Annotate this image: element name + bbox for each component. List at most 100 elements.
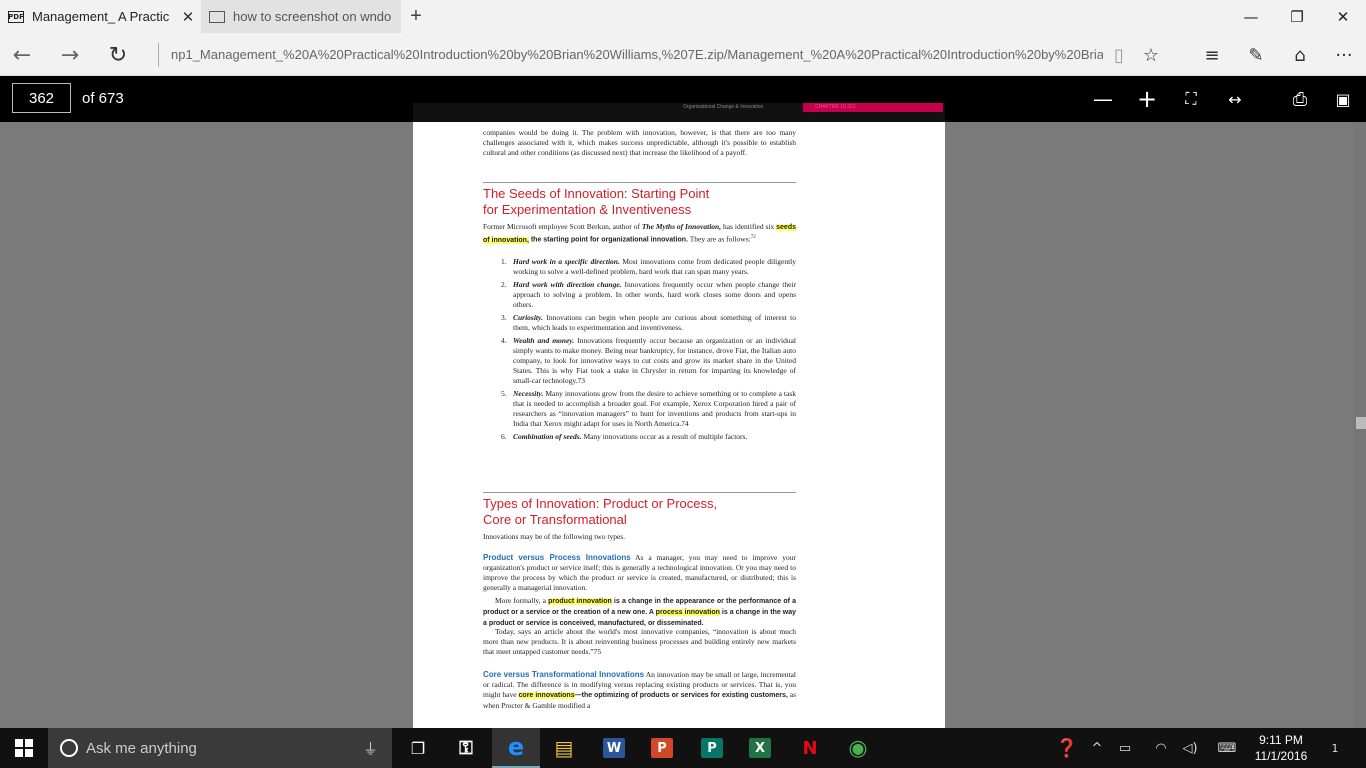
- forward-icon[interactable]: →: [54, 39, 86, 71]
- tab-title: Management_ A Practic: [32, 9, 170, 24]
- close-window-button[interactable]: ✕: [1320, 0, 1366, 33]
- store-icon: ⚿: [459, 737, 473, 759]
- subheading: Core versus Transformational Innovations: [483, 670, 645, 679]
- more-icon[interactable]: ···: [1328, 39, 1360, 71]
- close-tab-icon[interactable]: ✕: [176, 8, 200, 26]
- fit-page-icon[interactable]: ⛶: [1176, 84, 1206, 114]
- list-item: 2. Hard work with direction change. Innov…: [501, 280, 796, 310]
- back-icon[interactable]: ←: [6, 39, 38, 71]
- taskbar-store[interactable]: ⚿: [442, 728, 490, 768]
- clock-date: 11/1/2016: [1254, 749, 1308, 763]
- list-term: Combination of seeds.: [513, 432, 582, 441]
- zoom-in-icon[interactable]: +: [1132, 84, 1162, 114]
- list-text: Many innovations occur as a result of mu…: [581, 432, 748, 441]
- netflix-icon: N: [802, 737, 818, 759]
- footnote-ref: 72: [750, 235, 756, 240]
- taskbar-edge[interactable]: e: [492, 728, 540, 768]
- list-item: 1. Hard work in a specific direction. Mos…: [501, 257, 796, 277]
- hub-icon[interactable]: ≡: [1196, 39, 1228, 71]
- microphone-icon[interactable]: ⏚: [363, 738, 378, 759]
- heading-line: The Seeds of Innovation: Starting Point: [483, 186, 710, 201]
- list-item: 3. Curiosity. Innovations can begin when …: [501, 313, 796, 333]
- seeds-list: 1. Hard work in a specific direction. Mos…: [501, 257, 796, 445]
- cortana-search-box[interactable]: Ask me anything ⏚: [48, 728, 392, 768]
- section-divider: [483, 492, 796, 493]
- taskbar: Ask me anything ⏚ ❐ ⚿ e ▤ W P P X N ◉ ❓ …: [0, 728, 1366, 768]
- keyboard-icon[interactable]: ⌨: [1212, 728, 1242, 768]
- battery-icon[interactable]: ▭: [1114, 728, 1136, 768]
- section-divider: [483, 182, 796, 183]
- zoom-out-icon[interactable]: —: [1088, 84, 1118, 114]
- volume-icon[interactable]: ◁): [1178, 728, 1202, 768]
- list-term: Hard work in a specific direction.: [513, 257, 620, 266]
- product-process-paragraph: Product versus Process Innovations As a …: [483, 553, 796, 593]
- edge-icon: e: [507, 733, 525, 761]
- notification-app-icon[interactable]: ❓: [1050, 728, 1084, 768]
- taskbar-word[interactable]: W: [590, 728, 638, 768]
- scrollbar-thumb[interactable]: [1356, 417, 1366, 429]
- search-placeholder: Ask me anything: [86, 739, 197, 757]
- list-term: Curiosity.: [513, 313, 543, 322]
- page-number-input[interactable]: 362: [12, 83, 71, 113]
- page-icon: .: [209, 10, 225, 23]
- pdf-page: companies would be doing it. The problem…: [413, 122, 945, 728]
- tab-screenshot-search[interactable]: . how to screenshot on wndo: [201, 0, 401, 33]
- start-button[interactable]: [0, 728, 48, 768]
- taskbar-file-explorer[interactable]: ▤: [540, 728, 588, 768]
- action-center-icon[interactable]: 1: [1320, 728, 1350, 768]
- seeds-paragraph: Former Microsoft employee Scott Berkun, …: [483, 222, 796, 246]
- notification-count: 1: [1331, 741, 1339, 755]
- restore-button[interactable]: ❐: [1274, 0, 1320, 33]
- reading-view-icon[interactable]: ▯: [1103, 39, 1135, 71]
- definitions-paragraph: More formally, a product innovation is a…: [483, 596, 796, 629]
- save-icon[interactable]: ▣: [1328, 84, 1358, 114]
- chrome-icon: ◉: [848, 735, 868, 761]
- text-run: has identified six: [721, 222, 777, 231]
- definition-text: the starting point for organizational in…: [528, 236, 688, 244]
- alert-icon: ❓: [1055, 737, 1079, 759]
- list-text: Innovations can begin when people are cu…: [513, 313, 796, 332]
- task-view-button[interactable]: ❐: [394, 728, 442, 768]
- list-item: 4. Wealth and money. Innovations frequent…: [501, 336, 796, 386]
- text-run: More formally, a: [495, 596, 549, 605]
- print-icon[interactable]: ⎙: [1285, 84, 1315, 114]
- refresh-icon[interactable]: ↻: [102, 39, 134, 71]
- text-run: Former Microsoft employee Scott Berkun, …: [483, 222, 642, 231]
- definition-text: —the optimizing of products or services …: [574, 692, 788, 699]
- list-number: 1.: [501, 257, 507, 266]
- tab-bar: PDF Management_ A Practic ✕ . how to scr…: [0, 0, 1366, 33]
- minimize-button[interactable]: —: [1228, 0, 1274, 33]
- highlighted-term: process innovation: [655, 609, 720, 616]
- list-number: 6.: [501, 432, 507, 441]
- system-clock[interactable]: 9:11 PM 11/1/2016: [1248, 732, 1314, 764]
- favorite-star-icon[interactable]: ☆: [1135, 39, 1167, 71]
- taskbar-netflix[interactable]: N: [786, 728, 834, 768]
- word-icon: W: [603, 738, 625, 758]
- list-item: 5. Necessity. Many innovations grow from …: [501, 389, 796, 429]
- address-toolbar: ← → ↻ np1_Management_%20A%20Practical%20…: [0, 33, 1366, 76]
- taskbar-chrome[interactable]: ◉: [834, 728, 882, 768]
- web-note-icon[interactable]: ✎: [1240, 39, 1272, 71]
- tab-management-pdf[interactable]: PDF Management_ A Practic ✕: [0, 0, 200, 33]
- new-tab-button[interactable]: +: [404, 0, 428, 33]
- list-term: Wealth and money.: [513, 336, 575, 345]
- list-item: 6. Combination of seeds. Many innovations…: [501, 432, 796, 442]
- heading-line: Types of Innovation: Product or Process,: [483, 496, 718, 511]
- address-bar[interactable]: np1_Management_%20A%20Practical%20Introd…: [158, 43, 1103, 67]
- fit-width-icon[interactable]: ↔: [1220, 84, 1250, 114]
- taskbar-publisher[interactable]: P: [688, 728, 736, 768]
- section-heading-types: Types of Innovation: Product or Process,…: [483, 496, 796, 528]
- running-head-title: Organizational Change & Innovation: [683, 104, 764, 110]
- share-icon[interactable]: ⌂: [1284, 39, 1316, 71]
- wifi-icon[interactable]: ◠: [1150, 728, 1172, 768]
- highlighted-term: core innovations: [518, 692, 575, 699]
- taskbar-excel[interactable]: X: [736, 728, 784, 768]
- show-hidden-icons-icon[interactable]: ^: [1086, 728, 1108, 768]
- vertical-scrollbar[interactable]: [1354, 122, 1366, 728]
- subheading: Product versus Process Innovations: [483, 553, 631, 562]
- taskbar-powerpoint[interactable]: P: [638, 728, 686, 768]
- list-number: 3.: [501, 313, 507, 322]
- intro-paragraph: companies would be doing it. The problem…: [483, 128, 796, 157]
- heading-line: for Experimentation & Inventiveness: [483, 202, 692, 217]
- powerpoint-icon: P: [651, 738, 673, 758]
